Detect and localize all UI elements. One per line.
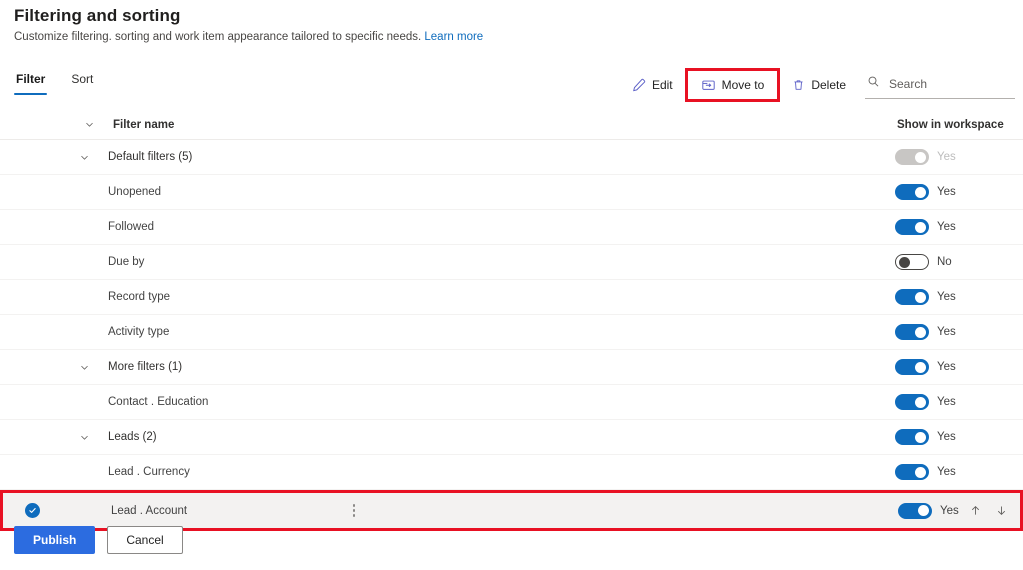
table-row[interactable]: Followed Yes [0,210,1023,245]
row-overflow-menu-icon[interactable] [347,502,361,520]
show-in-workspace-toggle [895,149,929,165]
page-title: Filtering and sorting [14,6,181,25]
row-label: Contact . Education [108,396,209,408]
table-row[interactable]: Activity type Yes [0,315,1023,350]
table-row[interactable]: Due by No [0,245,1023,280]
search-icon [867,75,880,93]
move-to-highlight-box: Move to [684,68,781,102]
footer-actions: Publish Cancel [14,526,183,554]
show-in-workspace-cell: Yes [895,464,956,480]
toggle-state-label: Yes [937,326,956,338]
toggle-state-label: Yes [937,151,956,163]
filter-name-column-label: Filter name [113,118,175,131]
row-label: Activity type [108,326,170,338]
show-in-workspace-toggle[interactable] [895,219,929,235]
show-in-workspace-toggle[interactable] [895,429,929,445]
toggle-state-label: Yes [937,186,956,198]
row-label: Leads (2) [108,431,157,443]
move-up-icon[interactable] [967,502,985,520]
row-label: More filters (1) [108,361,183,373]
table-row[interactable]: Lead . Currency Yes [0,455,1023,490]
show-in-workspace-cell: Yes [895,324,956,340]
row-expand-chevron-icon[interactable] [78,361,90,373]
table-row[interactable]: Unopened Yes [0,175,1023,210]
tab-sort[interactable]: Sort [69,70,95,95]
toggle-state-label: Yes [937,291,956,303]
show-in-workspace-cell: Yes [895,289,956,305]
page-subtitle-text: Customize filtering. sorting and work it… [14,31,422,43]
toggle-state-label: Yes [937,396,956,408]
move-to-button[interactable]: Move to [692,73,774,97]
toggle-state-label: Yes [937,431,956,443]
move-down-icon[interactable] [993,502,1011,520]
show-in-workspace-cell: Yes [895,184,956,200]
toggle-state-label: Yes [937,361,956,373]
show-in-workspace-cell: Yes [895,149,956,165]
toggle-state-label: No [937,256,952,268]
publish-button[interactable]: Publish [14,526,96,554]
show-in-workspace-cell: Yes [895,429,956,445]
table-row[interactable]: Contact . Education Yes [0,385,1023,420]
filters-grid: Filter name Show in workspace Default fi… [0,110,1023,531]
show-in-workspace-cell: Yes [895,394,956,410]
row-label: Due by [108,256,145,268]
row-label: Record type [108,291,171,303]
tab-filter[interactable]: Filter [14,70,48,95]
show-in-workspace-toggle[interactable] [895,254,929,270]
command-bar: Edit Move to Delete [623,68,1015,102]
row-label: Lead . Account [111,504,188,517]
learn-more-link[interactable]: Learn more [424,31,483,43]
delete-button-label: Delete [811,78,846,92]
move-to-button-label: Move to [721,78,765,92]
row-label: Lead . Currency [108,466,190,478]
grid-body: Default filters (5) Yes Unopened Yes Followe… [0,140,1023,531]
toggle-state-label: Yes [937,466,956,478]
row-checkbox-checked[interactable] [25,503,40,518]
filter-name-column-header: Filter name [83,119,174,131]
edit-button[interactable]: Edit [623,73,682,97]
table-row[interactable]: Default filters (5) Yes [0,140,1023,175]
pencil-icon [632,78,646,92]
filtering-and-sorting-page: Filtering and sorting Customize filterin… [0,0,1023,570]
show-in-workspace-cell: Yes [898,502,1011,520]
show-in-workspace-toggle[interactable] [895,359,929,375]
move-to-folder-icon [701,78,716,92]
show-in-workspace-cell: Yes [895,359,956,375]
show-in-workspace-toggle[interactable] [895,184,929,200]
trash-icon [792,78,805,92]
grid-header-row: Filter name Show in workspace [0,110,1023,140]
tab-list: Filter Sort [14,70,95,95]
show-in-workspace-toggle[interactable] [895,464,929,480]
row-label: Followed [108,221,155,233]
table-row[interactable]: Leads (2) Yes [0,420,1023,455]
show-in-workspace-toggle[interactable] [895,324,929,340]
show-in-workspace-column-header: Show in workspace [897,118,1004,131]
toggle-state-label: Yes [940,504,959,517]
row-expand-chevron-icon[interactable] [78,431,90,443]
table-row[interactable]: Record type Yes [0,280,1023,315]
show-in-workspace-toggle[interactable] [895,289,929,305]
table-row-selected[interactable]: Lead . Account Yes [0,490,1023,531]
search-box[interactable] [865,71,1015,99]
search-input[interactable] [887,76,1013,92]
show-in-workspace-cell: Yes [895,219,956,235]
toggle-state-label: Yes [937,221,956,233]
show-in-workspace-toggle[interactable] [898,502,932,519]
page-subtitle: Customize filtering. sorting and work it… [14,31,483,43]
delete-button[interactable]: Delete [783,73,855,97]
row-expand-chevron-icon[interactable] [78,151,90,163]
show-in-workspace-toggle[interactable] [895,394,929,410]
cancel-button[interactable]: Cancel [107,526,183,554]
show-in-workspace-cell: No [895,254,952,270]
row-label: Default filters (5) [108,151,193,163]
table-row[interactable]: More filters (1) Yes [0,350,1023,385]
row-label: Unopened [108,186,162,198]
edit-button-label: Edit [651,78,673,92]
chevron-down-icon[interactable] [83,119,95,131]
